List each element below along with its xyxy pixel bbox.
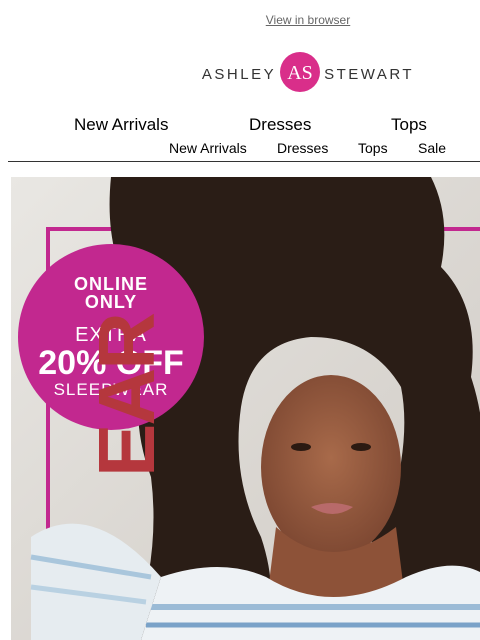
brand-logo[interactable]: ASHLEY AS STEWART — [202, 50, 412, 99]
hero-banner[interactable]: ONLINE ONLY EXTRA 20% OFF SLEEPWEAR EAR — [11, 177, 480, 640]
subnav-dresses[interactable]: Dresses — [277, 140, 328, 156]
nav-dresses[interactable]: Dresses — [249, 115, 311, 135]
brand-mark-icon: AS — [278, 50, 322, 99]
nav-divider — [8, 161, 480, 162]
subnav-tops[interactable]: Tops — [358, 140, 388, 156]
brand-mark-text: AS — [287, 62, 313, 84]
subnav-new-arrivals[interactable]: New Arrivals — [169, 140, 247, 156]
nav-new-arrivals[interactable]: New Arrivals — [74, 115, 168, 135]
nav-tops[interactable]: Tops — [391, 115, 427, 135]
brand-name-left: ASHLEY — [201, 65, 277, 83]
badge-online: ONLINE — [73, 274, 148, 294]
subnav-sale[interactable]: Sale — [418, 140, 446, 156]
view-in-browser-link[interactable]: View in browser — [0, 13, 480, 27]
badge-only: ONLY — [84, 292, 138, 312]
brand-name-right: STEWART — [324, 65, 415, 83]
side-wordmark: EAR — [82, 314, 171, 477]
